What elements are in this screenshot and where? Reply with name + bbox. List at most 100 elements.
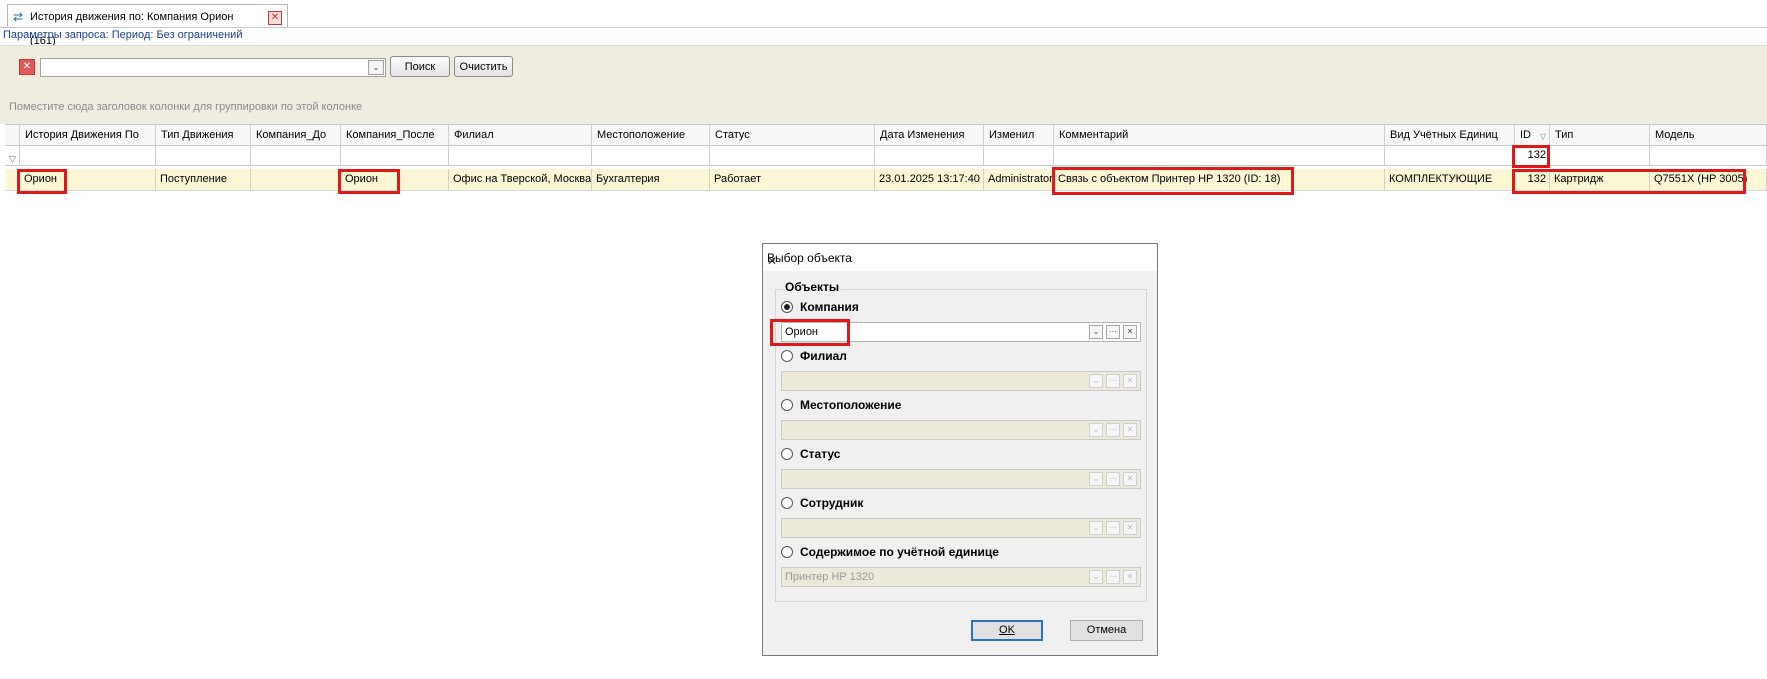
cancel-button[interactable]: Отмена — [1070, 620, 1143, 641]
unit-contents-value: Принтер HP 1320 — [785, 571, 875, 583]
filter-cell[interactable] — [341, 146, 449, 166]
chevron-down-icon: ⌄ — [1089, 570, 1103, 584]
clear-icon: ✕ — [1123, 423, 1137, 437]
filter-cell[interactable] — [251, 146, 341, 166]
clear-filter-icon[interactable]: ✕ — [19, 59, 35, 75]
transfer-icon: ⇄ — [13, 10, 24, 24]
chevron-down-icon: ⌄ — [1089, 472, 1103, 486]
chevron-down-icon[interactable]: ⌄ — [1089, 325, 1103, 339]
highlight-box — [1052, 167, 1294, 195]
column-header[interactable]: Дата Изменения — [875, 124, 984, 146]
table-cell[interactable]: Бухгалтерия — [592, 169, 710, 191]
column-header[interactable]: Компания_После — [341, 124, 449, 146]
table-cell[interactable]: Administrator — [984, 169, 1054, 191]
status-field: ⌄ ⋯ ✕ — [781, 469, 1141, 489]
chevron-down-icon: ⌄ — [1089, 521, 1103, 535]
tab-movement-history[interactable]: ⇄ История движения по: Компания Орион (1… — [7, 4, 288, 47]
close-icon[interactable]: ✕ — [767, 251, 1151, 271]
unit-contents-field: Принтер HP 1320 ⌄ ⋯ ✕ — [781, 567, 1141, 587]
radio-icon[interactable] — [781, 399, 793, 411]
chevron-down-icon: ⌄ — [1089, 374, 1103, 388]
id-header-label: ID — [1520, 129, 1531, 141]
radio-label: Компания — [800, 300, 859, 314]
filter-cell[interactable] — [20, 146, 156, 166]
column-header-id[interactable]: ID ▽ — [1515, 124, 1550, 146]
search-button[interactable]: Поиск — [390, 56, 450, 77]
radio-label: Статус — [800, 447, 841, 461]
group-by-panel[interactable]: Поместите сюда заголовок колонки для гру… — [0, 90, 1767, 124]
highlight-box — [17, 169, 67, 194]
filter-icon[interactable]: ▽ — [1540, 126, 1546, 145]
dialog-titlebar: Выбор объекта ✕ — [763, 244, 1157, 271]
clear-icon: ✕ — [1123, 570, 1137, 584]
table-cell[interactable]: КОМПЛЕКТУЮЩИЕ — [1385, 169, 1515, 191]
tab-divider — [0, 27, 1767, 28]
filter-icon: ▽ — [9, 154, 16, 164]
clear-icon: ✕ — [1123, 374, 1137, 388]
employee-field: ⌄ ⋯ ✕ — [781, 518, 1141, 538]
ellipsis-icon: ⋯ — [1106, 521, 1120, 535]
radio-label: Филиал — [800, 349, 847, 363]
clear-icon: ✕ — [1123, 521, 1137, 535]
location-field: ⌄ ⋯ ✕ — [781, 420, 1141, 440]
column-header[interactable]: Тип Движения — [156, 124, 251, 146]
column-header[interactable]: Вид Учётных Единиц — [1385, 124, 1515, 146]
highlight-box — [1512, 169, 1746, 194]
radio-icon[interactable] — [781, 350, 793, 362]
table-cell[interactable] — [251, 169, 341, 191]
ok-label: OK — [999, 624, 1015, 636]
filter-cell[interactable] — [1054, 146, 1385, 166]
filter-cell[interactable] — [592, 146, 710, 166]
filter-cell[interactable] — [1650, 146, 1767, 166]
radio-icon[interactable] — [781, 448, 793, 460]
objects-group-label: Объекты — [783, 280, 842, 294]
radio-label: Содержимое по учётной единице — [800, 545, 999, 559]
filter-cell[interactable] — [1385, 146, 1515, 166]
table-cell[interactable]: 23.01.2025 13:17:40 — [875, 169, 984, 191]
group-hint: Поместите сюда заголовок колонки для гру… — [9, 101, 363, 113]
search-combo[interactable]: ⌄ — [40, 58, 386, 77]
chevron-down-icon[interactable]: ⌄ — [368, 60, 384, 75]
column-header[interactable]: Комментарий — [1054, 124, 1385, 146]
close-tab-icon[interactable]: ✕ — [268, 11, 282, 25]
ellipsis-icon: ⋯ — [1106, 423, 1120, 437]
highlight-box — [770, 319, 850, 346]
radio-icon[interactable] — [781, 546, 793, 558]
radio-label: Местоположение — [800, 398, 902, 412]
highlight-box — [1512, 145, 1550, 168]
radio-icon[interactable] — [781, 497, 793, 509]
radio-label: Сотрудник — [800, 496, 864, 510]
clear-button[interactable]: Очистить — [454, 56, 513, 77]
table-cell[interactable]: Офис на Тверской, Москва — [449, 169, 592, 191]
column-header[interactable]: Тип — [1550, 124, 1650, 146]
column-header[interactable]: История Движения По — [20, 124, 156, 146]
branch-field: ⌄ ⋯ ✕ — [781, 371, 1141, 391]
filter-cell[interactable] — [1550, 146, 1650, 166]
column-header[interactable]: Статус — [710, 124, 875, 146]
highlight-box — [338, 169, 400, 194]
query-params-link[interactable]: Параметры запроса: Период: Без ограничен… — [3, 29, 242, 41]
column-header[interactable]: Местоположение — [592, 124, 710, 146]
column-header[interactable]: Филиал — [449, 124, 592, 146]
ellipsis-icon: ⋯ — [1106, 374, 1120, 388]
table-cell[interactable]: Работает — [710, 169, 875, 191]
table-cell[interactable]: Поступление — [156, 169, 251, 191]
filter-cell[interactable] — [984, 146, 1054, 166]
radio-icon[interactable] — [781, 301, 793, 313]
movement-grid: История Движения По Тип Движения Компани… — [5, 124, 1767, 194]
filter-cell[interactable] — [875, 146, 984, 166]
ellipsis-icon: ⋯ — [1106, 570, 1120, 584]
filter-cell[interactable] — [710, 146, 875, 166]
filter-cell[interactable] — [449, 146, 592, 166]
chevron-down-icon: ⌄ — [1089, 423, 1103, 437]
row-indicator-header — [5, 124, 20, 146]
filter-cell[interactable] — [156, 146, 251, 166]
column-header[interactable]: Модель — [1650, 124, 1767, 146]
column-header[interactable]: Компания_До — [251, 124, 341, 146]
ok-button[interactable]: OK — [971, 620, 1043, 641]
clear-icon[interactable]: ✕ — [1123, 325, 1137, 339]
column-header[interactable]: Изменил — [984, 124, 1054, 146]
ellipsis-icon: ⋯ — [1106, 472, 1120, 486]
ellipsis-icon[interactable]: ⋯ — [1106, 325, 1120, 339]
select-object-dialog: Выбор объекта ✕ Объекты Компания Орион ⌄… — [762, 243, 1158, 656]
